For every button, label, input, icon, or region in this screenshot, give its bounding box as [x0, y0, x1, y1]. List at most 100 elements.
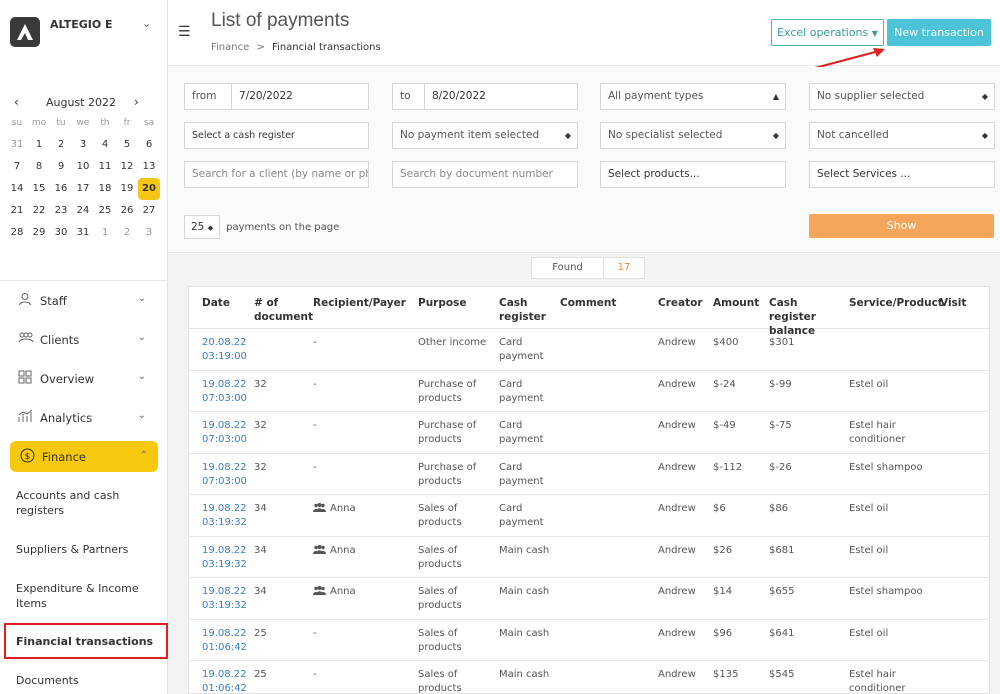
calendar-day[interactable]: 25 — [94, 200, 116, 222]
calendar-day[interactable]: 13 — [138, 156, 160, 178]
cell-date[interactable]: 19.08.22 07:03:00 — [202, 378, 250, 406]
calendar-next-button[interactable]: › — [134, 95, 139, 109]
calendar-day[interactable]: 11 — [94, 156, 116, 178]
calendar-day[interactable]: 8 — [28, 156, 50, 178]
new-transaction-button[interactable]: New transaction — [887, 19, 991, 46]
show-button[interactable]: Show — [809, 214, 994, 238]
recipient-name[interactable]: Anna — [330, 586, 356, 597]
table-row[interactable]: 19.08.22 01:06:42 25 - Sales of products Mai… — [189, 661, 989, 693]
col-date[interactable]: Date — [202, 296, 230, 310]
col-creator[interactable]: Creator — [658, 296, 703, 310]
date-from-field[interactable]: from 7/20/2022 — [184, 83, 369, 110]
calendar-day[interactable]: 27 — [138, 200, 160, 222]
calendar-day[interactable]: 2 — [116, 222, 138, 244]
calendar-day[interactable]: 6 — [138, 134, 160, 156]
col-cash-register[interactable]: Cash register — [499, 296, 549, 324]
calendar-day[interactable]: 12 — [116, 156, 138, 178]
calendar-day[interactable]: 10 — [72, 156, 94, 178]
sidebar-subitem-suppliers[interactable]: Suppliers & Partners — [16, 530, 168, 569]
payment-item-select[interactable]: No payment item selected ◆ — [392, 122, 578, 149]
cell-date[interactable]: 19.08.22 07:03:00 — [202, 461, 250, 489]
calendar-day[interactable]: 23 — [50, 200, 72, 222]
calendar-day[interactable]: 31 — [72, 222, 94, 244]
table-row[interactable]: 19.08.22 07:03:00 32 - Purchase of products… — [189, 412, 989, 454]
col-visit[interactable]: Visit — [940, 296, 966, 310]
services-select[interactable]: Select Services ... — [809, 161, 995, 188]
table-row[interactable]: 19.08.22 07:03:00 32 - Purchase of products… — [189, 454, 989, 495]
calendar-day[interactable]: 15 — [28, 178, 50, 200]
cancelled-select[interactable]: Not cancelled ◆ — [809, 122, 995, 149]
calendar-day[interactable]: 3 — [138, 222, 160, 244]
calendar-day[interactable]: 20 — [138, 178, 160, 200]
calendar-day[interactable]: 29 — [28, 222, 50, 244]
sidebar-item-overview[interactable]: Overview ⌄ — [0, 359, 168, 398]
document-search-input[interactable]: Search by document number — [392, 161, 578, 188]
sidebar-subitem-documents[interactable]: Documents — [16, 661, 168, 694]
cell-date[interactable]: 19.08.22 03:19:32 — [202, 502, 250, 530]
calendar-day[interactable]: 18 — [94, 178, 116, 200]
col-amount[interactable]: Amount — [713, 296, 759, 310]
cell-date[interactable]: 19.08.22 01:06:42 — [202, 627, 250, 655]
calendar-day[interactable]: 26 — [116, 200, 138, 222]
products-select[interactable]: Select products... — [600, 161, 786, 188]
calendar-day[interactable]: 31 — [6, 134, 28, 156]
calendar-day[interactable]: 22 — [28, 200, 50, 222]
table-row[interactable]: 19.08.22 01:06:42 25 - Sales of products Mai… — [189, 620, 989, 661]
sidebar-item-staff[interactable]: Staff ⌄ — [0, 281, 168, 320]
calendar-day[interactable]: 30 — [50, 222, 72, 244]
cell-date[interactable]: 19.08.22 03:19:32 — [202, 585, 250, 613]
col-document[interactable]: # of document — [254, 296, 313, 324]
col-purpose[interactable]: Purpose — [418, 296, 466, 310]
cash-register-select[interactable]: Select a cash register — [184, 122, 369, 149]
calendar-day[interactable]: 1 — [28, 134, 50, 156]
per-page-select[interactable]: 25 ◆ — [184, 215, 221, 239]
cell-date[interactable]: 20.08.22 03:19:00 — [202, 336, 250, 364]
col-recipient[interactable]: Recipient/Payer — [313, 296, 406, 310]
specialist-select[interactable]: No specialist selected ◆ — [600, 122, 786, 149]
table-row[interactable]: 19.08.22 03:19:32 34 Anna Sales of products… — [189, 578, 989, 620]
calendar-day[interactable]: 28 — [6, 222, 28, 244]
calendar-day[interactable]: 16 — [50, 178, 72, 200]
calendar-day[interactable]: 3 — [72, 134, 94, 156]
sidebar-item-clients[interactable]: Clients ⌄ — [0, 320, 168, 359]
table-row[interactable]: 19.08.22 07:03:00 32 - Purchase of products… — [189, 371, 989, 412]
recipient-name[interactable]: Anna — [330, 503, 356, 514]
calendar-day[interactable]: 1 — [94, 222, 116, 244]
supplier-select[interactable]: No supplier selected ◆ — [809, 83, 995, 110]
breadcrumb-root[interactable]: Finance — [211, 42, 249, 53]
chevron-down-icon[interactable]: ⌄ — [142, 17, 151, 30]
sidebar-item-label: Clients — [40, 332, 80, 347]
recipient-name[interactable]: Anna — [330, 545, 356, 556]
calendar-day[interactable]: 9 — [50, 156, 72, 178]
col-service[interactable]: Service/Product — [849, 296, 943, 310]
table-row[interactable]: 19.08.22 03:19:32 34 Anna Sales of products… — [189, 537, 989, 578]
calendar-day[interactable]: 7 — [6, 156, 28, 178]
cell-date[interactable]: 19.08.22 01:06:42 — [202, 668, 250, 693]
table-row[interactable]: 20.08.22 03:19:00 - Other income Card payme… — [189, 329, 989, 371]
calendar-day[interactable]: 14 — [6, 178, 28, 200]
calendar-day[interactable]: 4 — [94, 134, 116, 156]
sidebar-item-finance[interactable]: $ Finance ⌃ — [10, 441, 158, 472]
brand-switcher[interactable]: ALTEGIO E ⌄ — [10, 12, 160, 52]
date-to-field[interactable]: to 8/20/2022 — [392, 83, 578, 110]
cell-date[interactable]: 19.08.22 03:19:32 — [202, 544, 250, 572]
calendar-day[interactable]: 19 — [116, 178, 138, 200]
calendar-day[interactable]: 21 — [6, 200, 28, 222]
sidebar-subitem-accounts[interactable]: Accounts and cash registers — [16, 476, 168, 530]
calendar-day[interactable]: 17 — [72, 178, 94, 200]
cell-date[interactable]: 19.08.22 07:03:00 — [202, 419, 250, 447]
col-comment[interactable]: Comment — [560, 296, 616, 310]
table-row[interactable]: 19.08.22 03:19:32 34 Anna Sales of products… — [189, 495, 989, 537]
calendar-day[interactable]: 24 — [72, 200, 94, 222]
payment-types-select[interactable]: All payment types ▲︎ — [600, 83, 786, 110]
calendar-day[interactable]: 2 — [50, 134, 72, 156]
sidebar-item-analytics[interactable]: Analytics ⌄ — [0, 398, 168, 437]
calendar-prev-button[interactable]: ‹ — [14, 95, 19, 109]
client-search-input[interactable]: Search for a client (by name or ph — [184, 161, 369, 188]
sidebar-subitem-expenditure[interactable]: Expenditure & Income Items — [16, 569, 168, 623]
calendar-day[interactable]: 5 — [116, 134, 138, 156]
sidebar-subitem-financial-transactions[interactable]: Financial transactions — [4, 623, 168, 659]
cell-amount: $135 — [713, 669, 739, 680]
excel-operations-button[interactable]: Excel operations ▼ — [771, 19, 884, 46]
menu-icon[interactable]: ☰ — [178, 24, 191, 40]
